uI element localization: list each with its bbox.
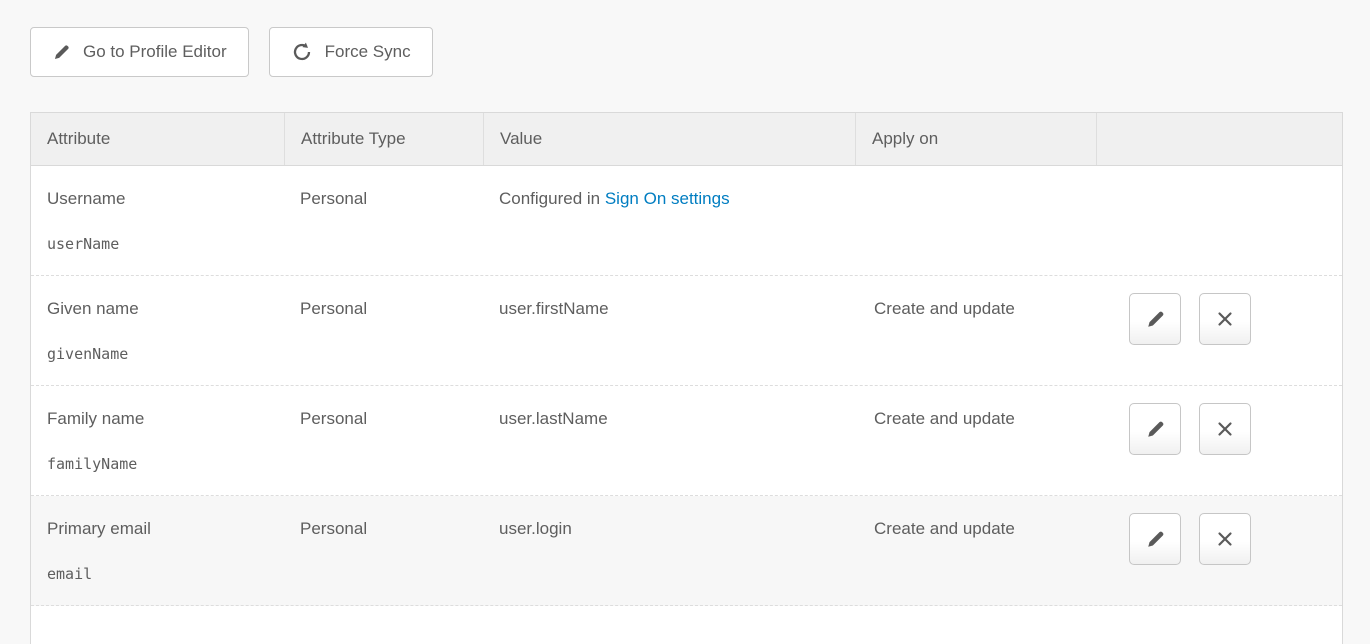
column-header-value: Value [483, 113, 855, 165]
table-row: Family name familyName Personal user.las… [31, 386, 1342, 496]
attribute-type-cell: Personal [284, 496, 483, 605]
attribute-variable-name: userName [47, 234, 268, 255]
column-header-attribute-type: Attribute Type [284, 113, 483, 165]
edit-attribute-button[interactable] [1129, 293, 1181, 345]
table-header-row: Attribute Attribute Type Value Apply on [31, 113, 1342, 166]
apply-on-cell [855, 166, 1096, 275]
close-icon [1214, 308, 1236, 330]
value-expression: user.firstName [499, 299, 609, 318]
table-row: Username userName Personal Configured in… [31, 166, 1342, 276]
value-text: Configured in [499, 189, 605, 208]
actions-cell [1096, 386, 1342, 495]
attribute-variable-name: familyName [47, 454, 268, 475]
pencil-icon [1145, 309, 1166, 330]
actions-cell [1096, 496, 1342, 605]
attribute-mappings-table: Attribute Attribute Type Value Apply on … [30, 112, 1343, 644]
remove-attribute-button[interactable] [1199, 293, 1251, 345]
table-row: Primary email email Personal user.login … [31, 496, 1342, 606]
pencil-icon [52, 43, 71, 62]
close-icon [1214, 418, 1236, 440]
attribute-label: Family name [47, 408, 268, 429]
column-header-apply-on: Apply on [855, 113, 1096, 165]
apply-on-cell: Create and update [855, 276, 1096, 385]
force-sync-button[interactable]: Force Sync [269, 27, 433, 77]
value-expression: user.lastName [499, 409, 608, 428]
table-row: Given name givenName Personal user.first… [31, 276, 1342, 386]
force-sync-label: Force Sync [325, 42, 411, 62]
attribute-type-cell: Personal [284, 276, 483, 385]
value-cell: Configured in Sign On settings [483, 166, 855, 275]
attribute-type-cell: Personal [284, 166, 483, 275]
go-to-profile-editor-button[interactable]: Go to Profile Editor [30, 27, 249, 77]
value-cell: user.firstName [483, 276, 855, 385]
attribute-label: Username [47, 188, 268, 209]
remove-attribute-button[interactable] [1199, 513, 1251, 565]
value-cell: user.lastName [483, 386, 855, 495]
table-row-partial [31, 606, 1342, 644]
attribute-cell: Family name familyName [31, 386, 284, 495]
refresh-icon [291, 41, 313, 63]
actions-cell [1096, 276, 1342, 385]
table-body: Username userName Personal Configured in… [31, 166, 1342, 606]
attribute-cell: Primary email email [31, 496, 284, 605]
sign-on-settings-link[interactable]: Sign On settings [605, 189, 730, 208]
pencil-icon [1145, 529, 1166, 550]
column-header-attribute: Attribute [31, 113, 284, 165]
value-cell: user.login [483, 496, 855, 605]
attribute-cell: Given name givenName [31, 276, 284, 385]
close-icon [1214, 528, 1236, 550]
attribute-variable-name: email [47, 564, 268, 585]
attribute-type-cell: Personal [284, 386, 483, 495]
attribute-variable-name: givenName [47, 344, 268, 365]
apply-on-cell: Create and update [855, 496, 1096, 605]
edit-attribute-button[interactable] [1129, 513, 1181, 565]
remove-attribute-button[interactable] [1199, 403, 1251, 455]
attribute-label: Given name [47, 298, 268, 319]
attribute-cell: Username userName [31, 166, 284, 275]
go-to-profile-editor-label: Go to Profile Editor [83, 42, 227, 62]
edit-attribute-button[interactable] [1129, 403, 1181, 455]
column-header-actions [1096, 113, 1342, 165]
toolbar: Go to Profile Editor Force Sync [30, 27, 433, 77]
pencil-icon [1145, 419, 1166, 440]
apply-on-cell: Create and update [855, 386, 1096, 495]
attribute-label: Primary email [47, 518, 268, 539]
value-expression: user.login [499, 519, 572, 538]
